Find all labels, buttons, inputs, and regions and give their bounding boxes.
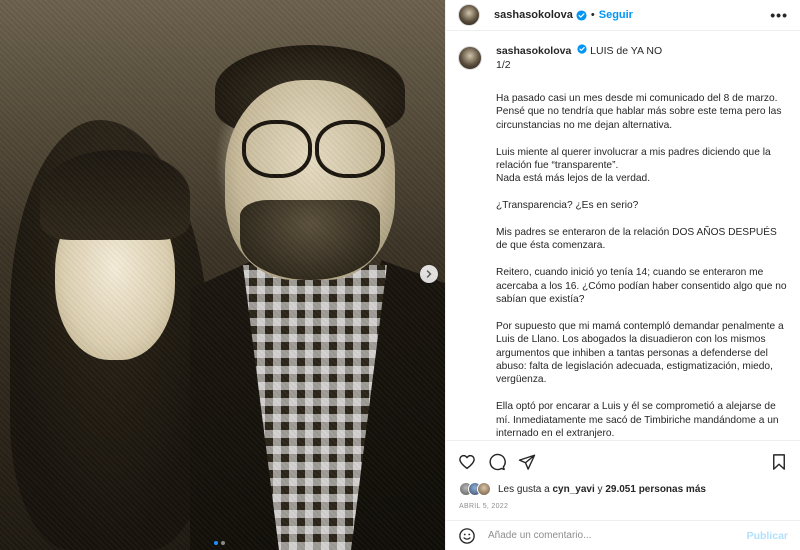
caption-page-indicator: 1/2 xyxy=(496,59,511,71)
follow-button[interactable]: Seguir xyxy=(599,9,633,21)
caption-paragraph: Luis miente al querer involucrar a mis p… xyxy=(496,146,771,185)
heart-icon[interactable] xyxy=(458,453,476,471)
carousel-dot xyxy=(214,541,218,545)
photo-grain xyxy=(0,0,445,550)
caption-meta: sashasokolova LUIS de YA NO 1/2 xyxy=(496,44,662,72)
header-separator: • xyxy=(590,9,595,21)
caption-paragraph: Ella optó por encarar a Luis y él se com… xyxy=(496,401,779,439)
likes-connector: y xyxy=(597,483,603,495)
carousel-dot xyxy=(221,541,225,545)
post-photo[interactable] xyxy=(0,0,445,550)
publish-button[interactable]: Publicar xyxy=(747,530,788,542)
post-header: sashasokolova • Seguir ••• xyxy=(446,0,800,31)
avatar[interactable] xyxy=(458,46,482,70)
verified-badge-icon xyxy=(577,44,587,54)
bookmark-icon[interactable] xyxy=(770,453,788,471)
caption-paragraph: Mis padres se enteraron de la relación D… xyxy=(496,227,777,252)
caption-paragraph: Ha pasado casi un mes desde mi comunicad… xyxy=(496,93,782,131)
header-username[interactable]: sashasokolova xyxy=(494,9,573,21)
carousel-next-button[interactable] xyxy=(420,265,438,283)
caption-title: LUIS de YA NO xyxy=(590,45,663,57)
carousel-dots xyxy=(214,541,225,545)
caption-paragraph: Por supuesto que mi mamá contempló deman… xyxy=(496,320,784,386)
likes-count[interactable]: 29.051 personas más xyxy=(605,484,706,495)
verified-badge-icon xyxy=(576,9,587,21)
share-icon[interactable] xyxy=(518,453,536,471)
caption-paragraph: Reitero, cuando inició yo tenía 14; cuan… xyxy=(496,267,787,306)
caption-paragraph: ¿Transparencia? ¿Es en serio? xyxy=(496,200,639,212)
more-options-button[interactable]: ••• xyxy=(770,7,788,23)
post-panel: sashasokolova • Seguir ••• sashasokolova xyxy=(445,0,800,550)
avatar xyxy=(477,482,491,496)
emoji-icon[interactable] xyxy=(458,527,476,545)
likes-user[interactable]: cyn_yavi xyxy=(553,484,595,495)
likes-prefix: Les gusta a xyxy=(498,483,550,495)
caption-header: sashasokolova LUIS de YA NO 1/2 xyxy=(458,44,790,72)
avatar[interactable] xyxy=(458,4,480,26)
comment-icon[interactable] xyxy=(488,453,506,471)
comment-input[interactable] xyxy=(488,530,747,541)
liker-avatars xyxy=(459,482,491,496)
chevron-right-icon xyxy=(426,270,432,278)
post-date[interactable]: ABRIL 5, 2022 xyxy=(459,503,508,510)
action-bar xyxy=(446,440,800,482)
caption-body: Ha pasado casi un mes desde mi comunicad… xyxy=(496,92,790,439)
caption-scroll-area[interactable]: sashasokolova LUIS de YA NO 1/2 Ha pasad… xyxy=(458,44,790,439)
comment-bar: Publicar xyxy=(446,520,800,550)
caption-username[interactable]: sashasokolova xyxy=(496,45,571,57)
likes-summary[interactable]: Les gusta a cyn_yavi y 29.051 personas m… xyxy=(459,482,706,496)
